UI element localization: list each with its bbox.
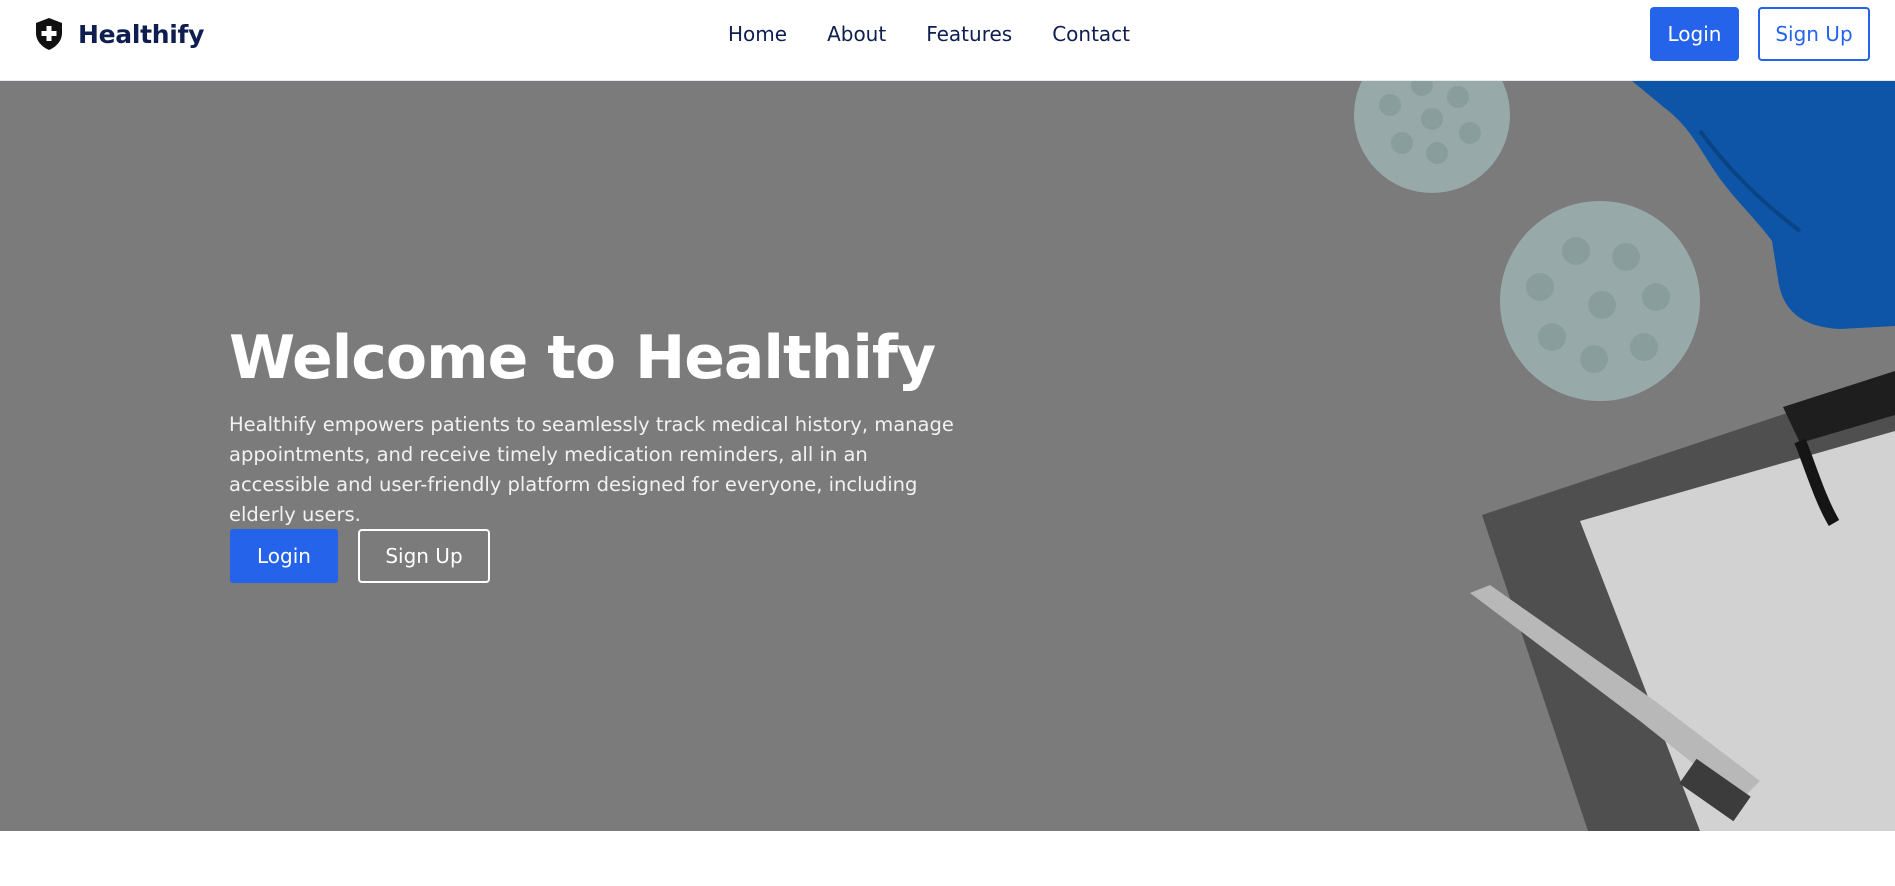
hero-signup-button[interactable]: Sign Up [358, 529, 490, 583]
brand-name: Healthify [78, 19, 205, 49]
gear-decoration-middle [1500, 201, 1700, 401]
nav-link-contact[interactable]: Contact [1052, 22, 1130, 46]
nav-login-button[interactable]: Login [1650, 7, 1739, 61]
nav-link-home[interactable]: Home [728, 22, 787, 46]
nav-links: Home About Features Contact [728, 22, 1170, 46]
nav-signup-button[interactable]: Sign Up [1758, 7, 1870, 61]
hero-title: Welcome to Healthify [229, 323, 936, 393]
shield-plus-icon [36, 18, 62, 50]
page-lower-area [0, 831, 1895, 886]
hero-description: Healthify empowers patients to seamlessl… [229, 413, 954, 526]
hero-section: Welcome to Healthify Healthify empowers … [0, 81, 1895, 831]
nav-link-about[interactable]: About [827, 22, 886, 46]
navbar: Healthify Home About Features Contact Lo… [0, 0, 1895, 81]
nav-link-features[interactable]: Features [926, 22, 1012, 46]
hero-login-button[interactable]: Login [230, 529, 338, 583]
brand[interactable]: Healthify [34, 17, 204, 51]
